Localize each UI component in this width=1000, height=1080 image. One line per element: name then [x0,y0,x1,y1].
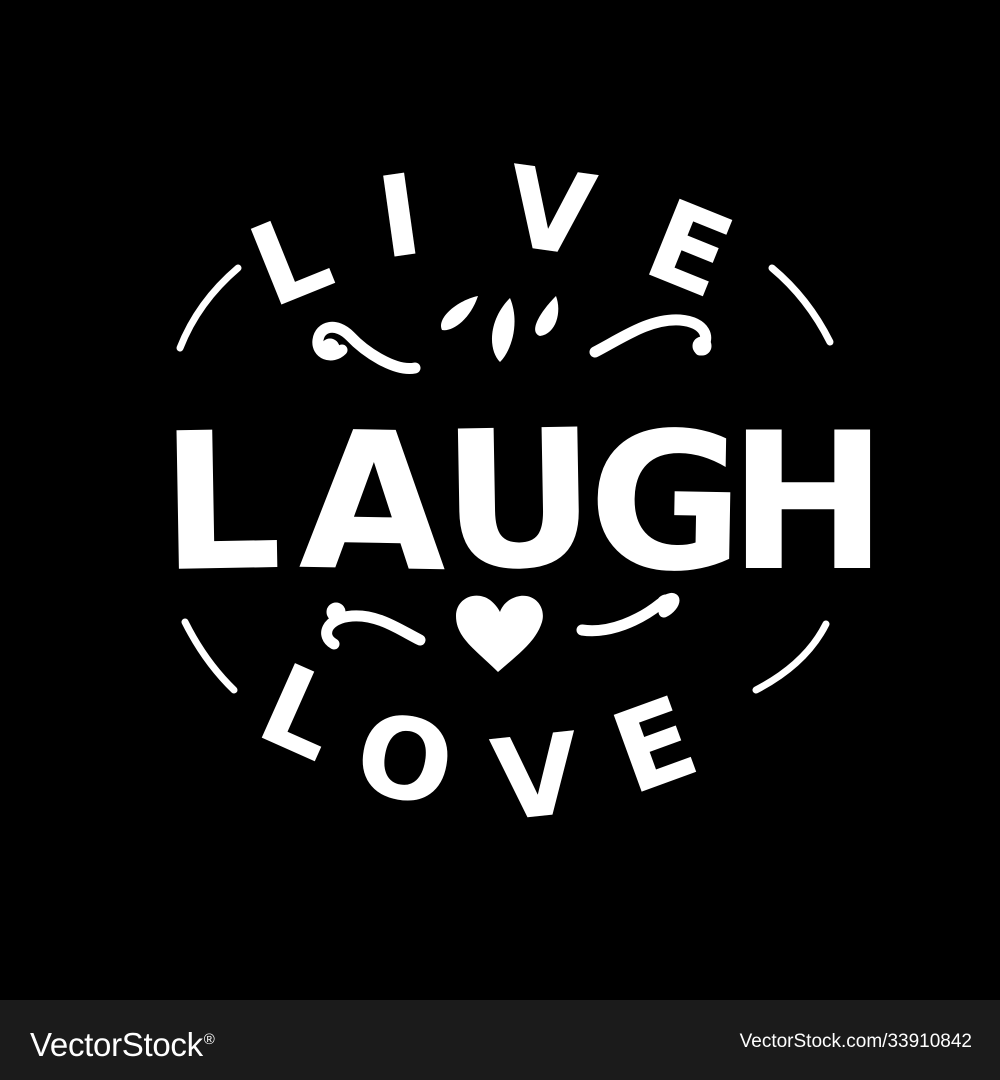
top-letter-e: E [629,175,749,324]
top-letter-l: L [233,186,348,333]
middle-word: L A U G H [158,389,887,615]
swirl-dot-left [320,338,340,358]
middle-letter-u: U [440,389,598,613]
bottom-letter-v: V [486,709,586,847]
swirl-dot-bottom-right [656,594,676,614]
swirl-dot-right [692,336,712,356]
top-word: L I V E [233,142,749,333]
frame-arc-bottom-left [181,618,238,694]
image-reference: VectorStock.com/33910842 [739,1031,972,1052]
top-ornaments [312,296,712,374]
artwork-canvas: L I V E L A U G H L O V E [0,0,1000,1000]
brand-logo[interactable]: VectorStock® [30,1020,215,1065]
registered-mark: ® [203,1031,215,1048]
lettering-artwork: L I V E L A U G H L O V E [158,142,887,847]
middle-letter-h: H [728,392,887,613]
top-letter-v: V [498,142,602,283]
swirl-icon [589,314,712,358]
middle-letter-a: A [298,391,449,615]
middle-letter-l: L [158,391,283,614]
middle-letter-g: G [586,391,746,615]
bottom-letter-l: L [241,639,359,787]
bottom-letter-e: E [597,672,713,820]
swirl-dot-bottom-left [326,602,346,622]
bottom-letter-o: O [346,688,462,833]
frame-arc-bottom-right [752,620,830,694]
frame-arc-top-right [768,264,834,346]
drops-icon [440,296,559,362]
brand-name: VectorStock [30,1026,203,1063]
bottom-word: L O V E [241,639,713,847]
top-letter-i: I [370,150,429,285]
frame-arc-top-left [176,264,242,352]
watermark-footer: VectorStock® VectorStock.com/33910842 [0,1000,1000,1080]
